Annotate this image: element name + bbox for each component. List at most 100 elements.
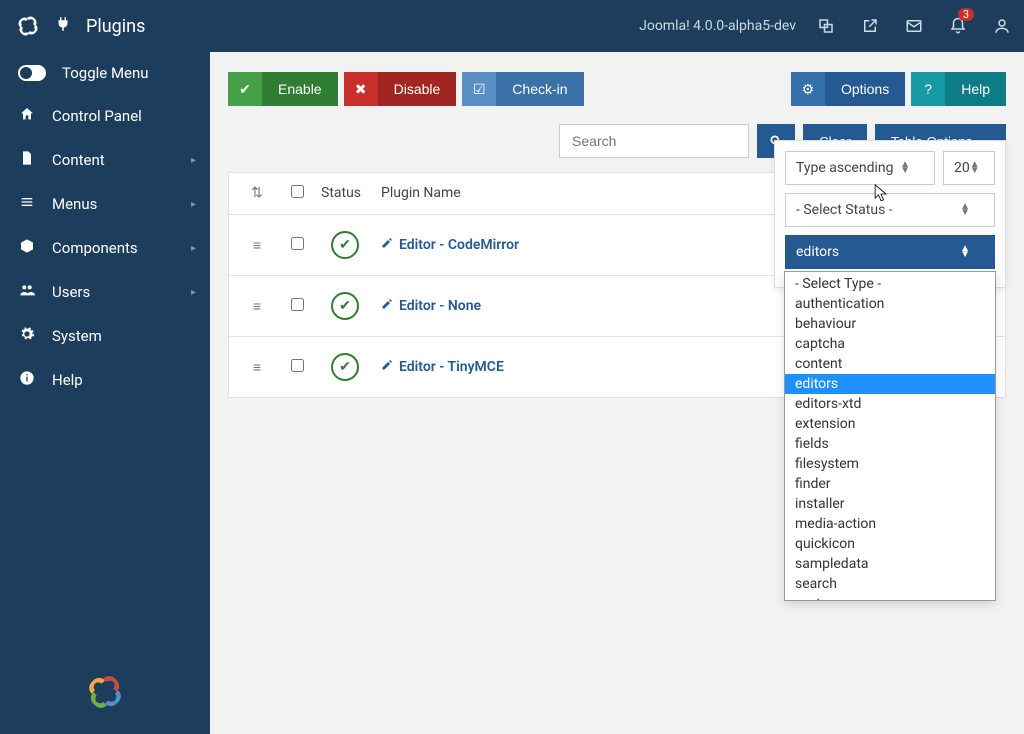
search-input[interactable] xyxy=(559,124,749,158)
help-button[interactable]: ? Help xyxy=(911,72,1006,106)
enabled-icon: ✔ xyxy=(331,292,359,320)
check-icon: ✔ xyxy=(228,72,262,106)
sidebar-item-control-panel[interactable]: Control Panel xyxy=(0,94,210,138)
sort-icon: ▲▼ xyxy=(960,204,970,216)
type-option[interactable]: search xyxy=(785,574,995,594)
drag-handle-icon[interactable]: ≡ xyxy=(237,296,277,317)
type-filter-select[interactable]: editors ▲▼ xyxy=(785,235,995,269)
type-option[interactable]: editors-xtd xyxy=(785,394,995,414)
row-status[interactable]: ✔ xyxy=(317,229,377,261)
times-icon: ✖ xyxy=(344,72,378,106)
notification-badge: 3 xyxy=(958,8,974,21)
chevron-right-icon: ▸ xyxy=(191,287,196,298)
check-in-button[interactable]: ☑ Check-in xyxy=(462,72,583,106)
disable-button[interactable]: ✖ Disable xyxy=(344,72,457,106)
type-option[interactable]: quickicon xyxy=(785,534,995,554)
sidebar-item-menus[interactable]: Menus ▸ xyxy=(0,182,210,226)
sort-icon: ▲▼ xyxy=(970,162,980,174)
row-checkbox[interactable] xyxy=(277,296,317,317)
sort-icon: ▲▼ xyxy=(900,162,910,174)
site-name: Joomla! 4.0.0-alpha5-dev xyxy=(639,18,796,34)
toggle-label: Toggle Menu xyxy=(62,64,149,82)
action-toolbar: ✔ Enable ✖ Disable ☑ Check-in ⚙ Options xyxy=(228,72,1006,106)
type-option[interactable]: finder xyxy=(785,474,995,494)
edit-icon xyxy=(381,298,393,314)
drag-handle-icon[interactable]: ≡ xyxy=(237,357,277,378)
user-icon[interactable] xyxy=(980,0,1024,52)
toggle-menu[interactable]: Toggle Menu xyxy=(0,52,210,94)
sidebar-item-label: System xyxy=(52,327,102,345)
type-option[interactable]: - Select Type - xyxy=(785,272,995,294)
checkbox-icon: ☑ xyxy=(462,72,496,106)
list-icon xyxy=(18,194,36,214)
select-all-checkbox[interactable] xyxy=(277,183,317,204)
row-checkbox[interactable] xyxy=(277,357,317,378)
plug-icon xyxy=(54,15,72,38)
sidebar-item-label: Help xyxy=(52,371,83,389)
toggle-switch-icon xyxy=(18,65,46,81)
top-bar: Plugins Joomla! 4.0.0-alpha5-dev 3 xyxy=(0,0,1024,52)
type-filter-dropdown: - Select Type -authenticationbehaviourca… xyxy=(784,271,996,601)
sidebar-item-users[interactable]: Users ▸ xyxy=(0,270,210,314)
type-option[interactable]: sampledata xyxy=(785,554,995,574)
chevron-right-icon: ▸ xyxy=(191,243,196,254)
edit-icon xyxy=(381,359,393,375)
type-option[interactable]: behaviour xyxy=(785,314,995,334)
col-status[interactable]: Status xyxy=(317,183,377,204)
sidebar: Toggle Menu Control PanelContent▸Menus▸C… xyxy=(0,52,210,734)
sort-order-icon[interactable]: ⇅ xyxy=(237,183,277,204)
sidebar-item-label: Content xyxy=(52,151,105,169)
sidebar-item-components[interactable]: Components ▸ xyxy=(0,226,210,270)
enabled-icon: ✔ xyxy=(331,231,359,259)
sidebar-item-system[interactable]: System xyxy=(0,314,210,358)
row-status[interactable]: ✔ xyxy=(317,290,377,322)
type-option[interactable]: fields xyxy=(785,434,995,454)
file-icon xyxy=(18,150,36,170)
edit-icon xyxy=(381,237,393,253)
page-title: Plugins xyxy=(86,16,145,37)
question-icon: ? xyxy=(911,72,945,106)
chevron-right-icon: ▸ xyxy=(191,155,196,166)
cube-icon xyxy=(18,238,36,258)
status-filter-select[interactable]: - Select Status - ▲▼ xyxy=(785,193,995,227)
drag-handle-icon[interactable]: ≡ xyxy=(237,235,277,256)
sidebar-footer-logo xyxy=(0,654,210,734)
limit-select[interactable]: 20 ▲▼ xyxy=(943,151,995,185)
content-area: ✔ Enable ✖ Disable ☑ Check-in ⚙ Options xyxy=(210,52,1024,734)
enable-button[interactable]: ✔ Enable xyxy=(228,72,338,106)
home-icon xyxy=(18,106,36,126)
open-site-icon[interactable] xyxy=(848,0,892,52)
type-option[interactable]: extension xyxy=(785,414,995,434)
sidebar-item-label: Menus xyxy=(52,195,97,213)
type-option[interactable]: authentication xyxy=(785,294,995,314)
type-option[interactable]: system xyxy=(785,594,995,601)
type-option[interactable]: editors xyxy=(785,374,995,394)
multilingual-icon[interactable] xyxy=(804,0,848,52)
cog-icon: ⚙ xyxy=(791,72,825,106)
brand: Plugins xyxy=(0,0,210,52)
row-checkbox[interactable] xyxy=(277,235,317,256)
sort-icon: ▲▼ xyxy=(960,246,970,258)
cog-icon xyxy=(18,326,36,346)
messages-icon[interactable] xyxy=(892,0,936,52)
sort-select[interactable]: Type ascending ▲▼ xyxy=(785,151,935,185)
filter-panel: Type ascending ▲▼ 20 ▲▼ - Select Status … xyxy=(774,140,1006,288)
info-icon xyxy=(18,370,36,390)
type-option[interactable]: filesystem xyxy=(785,454,995,474)
type-option[interactable]: media-action xyxy=(785,514,995,534)
sidebar-item-label: Components xyxy=(52,239,138,257)
enabled-icon: ✔ xyxy=(331,353,359,381)
type-option[interactable]: content xyxy=(785,354,995,374)
sidebar-item-help[interactable]: Help xyxy=(0,358,210,402)
options-button[interactable]: ⚙ Options xyxy=(791,72,905,106)
users-icon xyxy=(18,282,36,302)
chevron-right-icon: ▸ xyxy=(191,199,196,210)
joomla-logo-icon xyxy=(16,14,40,38)
sidebar-item-label: Control Panel xyxy=(52,107,142,125)
type-option[interactable]: captcha xyxy=(785,334,995,354)
notifications-icon[interactable]: 3 xyxy=(936,0,980,52)
sidebar-item-content[interactable]: Content ▸ xyxy=(0,138,210,182)
type-option[interactable]: installer xyxy=(785,494,995,514)
row-status[interactable]: ✔ xyxy=(317,351,377,383)
sidebar-item-label: Users xyxy=(52,283,90,301)
